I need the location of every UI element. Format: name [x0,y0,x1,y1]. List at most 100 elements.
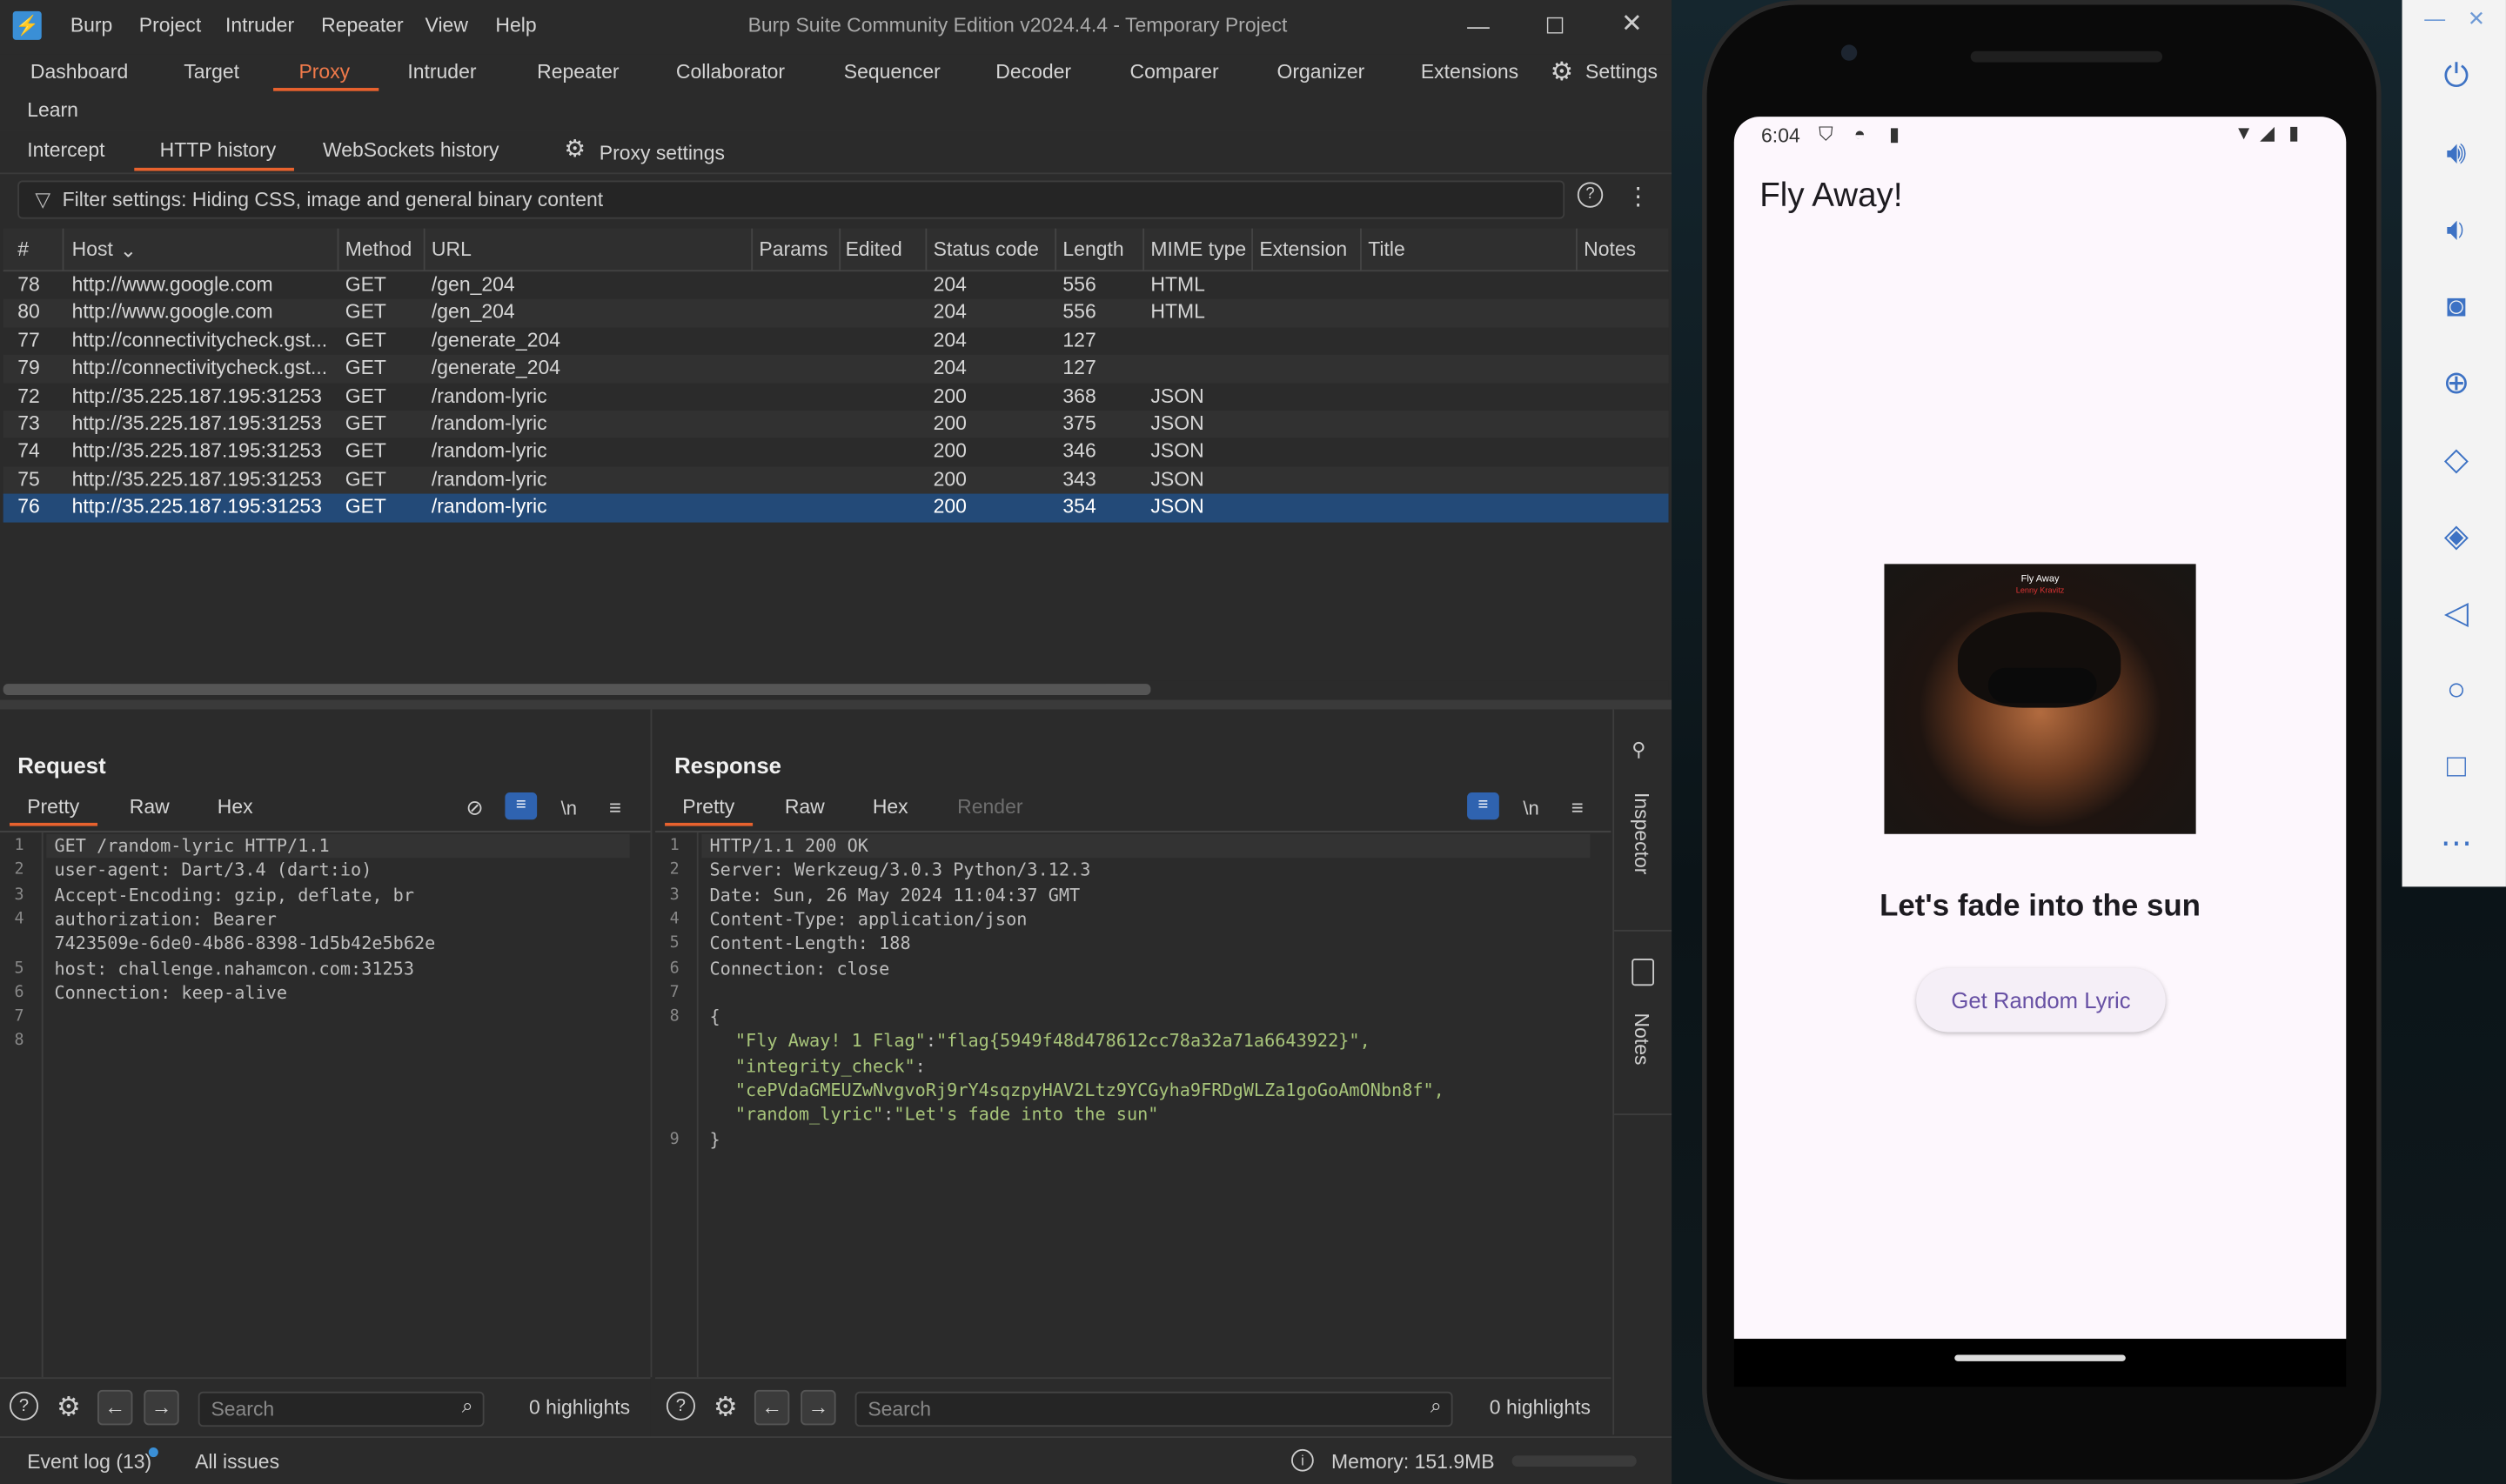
tab-pretty[interactable]: Pretty [27,796,79,819]
horizontal-scrollbar[interactable] [3,680,1669,697]
filter-bar[interactable]: ▽ Filter settings: Hiding CSS, image and… [17,180,1565,219]
word-wrap-icon[interactable]: ≡ [1467,792,1499,820]
close-icon[interactable]: ✕ [2468,6,2485,31]
col-extension[interactable]: Extension [1259,238,1347,261]
menu-view[interactable]: View [425,15,468,37]
menu-intruder[interactable]: Intruder [225,15,294,37]
tab-render[interactable]: Render [957,796,1022,819]
forward-arrow-icon[interactable]: → [144,1389,179,1426]
rotate-right-icon[interactable]: ◈ [2437,518,2476,556]
volume-up-icon[interactable]: 🔊︎ [2437,134,2476,172]
camera-icon[interactable]: ◙ [2437,288,2476,326]
settings-button[interactable]: Settings [1585,61,1658,84]
table-row[interactable]: 75 http://35.225.187.195:31253 GET/random-… [3,465,1669,494]
col-url[interactable]: URL [432,238,472,261]
help-icon[interactable]: ? [10,1391,39,1420]
more-vertical-icon[interactable]: ⋮ [1622,182,1654,214]
tab-target[interactable]: Target [184,61,239,84]
power-icon[interactable]: ⏻ [2437,57,2476,96]
search-input[interactable]: Search ⌕ [198,1391,485,1427]
split-divider[interactable] [0,699,1672,710]
gear-icon[interactable]: ⚙ [1551,56,1573,88]
minimize-icon[interactable]: — [2424,6,2445,30]
table-row[interactable]: 72 http://35.225.187.195:31253 GET/random-… [3,383,1669,411]
event-log-link[interactable]: Event log (13) [27,1451,151,1474]
scrollbar-thumb[interactable] [3,684,1151,695]
hide-eye-icon[interactable]: ⊘ [459,792,491,825]
tab-websockets-history[interactable]: WebSockets history [323,139,499,162]
col-params[interactable]: Params [759,238,828,261]
response-editor[interactable]: 1 2 3 4 5 6 7 8 9 HTTP/1.1 200 OK Server: Werkzeu… [655,831,1611,1380]
col-num[interactable]: # [17,238,29,261]
tab-raw[interactable]: Raw [785,796,825,819]
back-arrow-icon[interactable]: ← [754,1389,790,1426]
maximize-icon[interactable]: ☐ [1531,10,1579,42]
close-icon[interactable]: ✕ [1608,10,1656,42]
tab-decoder[interactable]: Decoder [995,61,1071,84]
tab-collaborator[interactable]: Collaborator [676,61,785,84]
tab-intercept[interactable]: Intercept [27,139,104,162]
zoom-icon[interactable]: ⊕ [2437,364,2476,403]
tab-raw[interactable]: Raw [130,796,170,819]
tab-hex[interactable]: Hex [873,796,908,819]
forward-arrow-icon[interactable]: → [801,1389,836,1426]
col-method[interactable]: Method [345,238,412,261]
newline-toggle[interactable]: \n [553,792,585,825]
col-length[interactable]: Length [1062,238,1123,261]
gear-icon[interactable]: ⚙ [709,1392,741,1424]
tab-organizer[interactable]: Organizer [1277,61,1365,84]
tab-proxy[interactable]: Proxy [298,61,350,84]
tab-comparer[interactable]: Comparer [1130,61,1219,84]
notes-icon[interactable] [1632,959,1654,986]
menu-icon[interactable]: ≡ [600,792,632,825]
inspector-icon[interactable]: ⚲ [1632,739,1654,764]
tab-inspector[interactable]: Inspector [1630,792,1652,874]
tab-extensions[interactable]: Extensions [1421,61,1518,84]
menu-repeater[interactable]: Repeater [321,15,403,37]
help-icon[interactable]: ? [1577,182,1604,208]
col-status[interactable]: Status code [934,238,1039,261]
more-icon[interactable]: ⋯ [2437,825,2476,863]
newline-toggle[interactable]: \n [1515,792,1547,825]
word-wrap-icon[interactable]: ≡ [505,792,538,820]
table-row[interactable]: 74 http://35.225.187.195:31253 GET/random-… [3,438,1669,466]
request-editor[interactable]: 1 2 3 4 5 6 7 8 GET /random-lyric HTTP/1.1 user-… [0,831,651,1380]
back-arrow-icon[interactable]: ← [97,1389,133,1426]
tab-http-history[interactable]: HTTP history [160,139,277,162]
tab-learn[interactable]: Learn [27,99,78,122]
tab-sequencer[interactable]: Sequencer [844,61,941,84]
gear-icon[interactable]: ⚙ [564,134,586,163]
col-edited[interactable]: Edited [846,238,902,261]
volume-down-icon[interactable]: 🔉︎ [2437,211,2476,249]
rotate-left-icon[interactable]: ◇ [2437,441,2476,479]
tab-notes[interactable]: Notes [1630,1013,1652,1065]
all-issues-link[interactable]: All issues [195,1451,279,1474]
menu-burp[interactable]: Burp [70,15,113,37]
tab-intruder[interactable]: Intruder [407,61,476,84]
gear-icon[interactable]: ⚙ [53,1392,85,1424]
gesture-handle[interactable] [1954,1354,2126,1361]
tab-dashboard[interactable]: Dashboard [30,61,128,84]
help-icon[interactable]: ? [666,1391,695,1420]
table-row[interactable]: 78 http://www.google.com GET/gen_204 204 556… [3,271,1669,300]
proxy-settings-button[interactable]: Proxy settings [600,142,725,164]
table-row[interactable]: 76 http://35.225.187.195:31253 GET/random-… [3,493,1669,522]
menu-help[interactable]: Help [495,15,536,37]
table-row[interactable]: 73 http://35.225.187.195:31253 GET/random-… [3,410,1669,438]
minimize-icon[interactable]: — [1454,10,1502,42]
search-input[interactable]: Search ⌕ [854,1391,1453,1427]
tab-repeater[interactable]: Repeater [537,61,619,84]
back-icon[interactable]: ◁ [2437,594,2476,632]
table-row[interactable]: 80 http://www.google.com GET/gen_204 204 556… [3,299,1669,328]
get-random-lyric-button[interactable]: Get Random Lyric [1916,968,2166,1033]
overview-icon[interactable]: □ [2437,748,2476,786]
menu-project[interactable]: Project [139,15,201,37]
home-icon[interactable]: ○ [2437,671,2476,709]
tab-hex[interactable]: Hex [218,796,253,819]
tab-pretty[interactable]: Pretty [682,796,734,819]
table-row[interactable]: 77 http://connectivitycheck.gst... GET/gen… [3,327,1669,356]
menu-icon[interactable]: ≡ [1561,792,1593,825]
col-host[interactable]: Host [72,238,113,261]
col-title[interactable]: Title [1368,238,1405,261]
col-mime[interactable]: MIME type [1150,238,1246,261]
